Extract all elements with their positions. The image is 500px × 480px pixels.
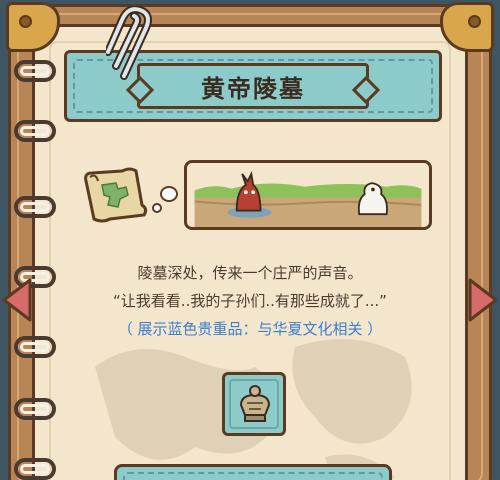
thought-bubble-small-icon bbox=[152, 203, 162, 213]
reward-item-slot[interactable] bbox=[222, 372, 286, 436]
binder-ring bbox=[14, 336, 56, 358]
bronze-relic-icon bbox=[239, 385, 271, 422]
binder-ring bbox=[14, 120, 56, 142]
reward-requirement-note: （ 展示蓝色贵重品：与华夏文化相关 ） bbox=[117, 320, 383, 338]
event-title: 黄帝陵墓 bbox=[201, 74, 305, 103]
thought-bubble-icon bbox=[160, 186, 178, 202]
paperclip-icon bbox=[106, 6, 152, 80]
treasure-map-scroll-icon bbox=[84, 167, 148, 223]
event-description-line1: 陵墓深处，传来一个庄严的声音。 bbox=[137, 264, 363, 282]
binder-ring bbox=[14, 398, 56, 420]
title-plaque: 黄帝陵墓 bbox=[137, 63, 369, 109]
binder-ring bbox=[14, 196, 56, 218]
right-arrow-icon[interactable] bbox=[466, 276, 500, 324]
left-arrow-icon[interactable] bbox=[0, 276, 34, 324]
binder-ring bbox=[14, 60, 56, 82]
binder-ring bbox=[14, 458, 56, 480]
event-description-line2: “让我看看..我的子孙们..有那些成就了...” bbox=[113, 292, 387, 310]
confirm-button[interactable] bbox=[114, 464, 392, 480]
event-scene-illustration bbox=[184, 160, 432, 230]
